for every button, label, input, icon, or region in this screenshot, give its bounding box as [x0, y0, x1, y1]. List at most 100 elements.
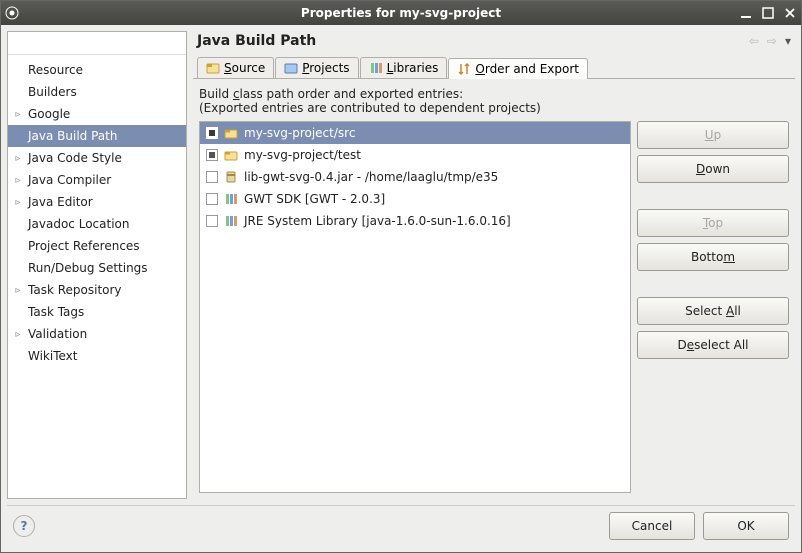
category-tree[interactable]: Resource Builders ▹ Google Java Build Path ▹ J…: [8, 55, 186, 498]
close-button[interactable]: [783, 6, 797, 20]
category-tree-panel: Resource Builders ▹ Google Java Build Path ▹ J…: [7, 31, 187, 499]
button-column: Up Down Top Bottom Select All Deselect A…: [637, 121, 789, 493]
description-subline: (Exported entries are contributed to dep…: [199, 101, 789, 115]
category-label: Java Editor: [28, 195, 93, 209]
menu-chevron-icon[interactable]: ▾: [785, 34, 791, 48]
dialog-footer: ? Cancel OK: [7, 505, 795, 546]
classpath-entry[interactable]: my-svg-project/src: [200, 122, 630, 144]
tab-bar: Source Projects Libraries Order and Export: [193, 57, 795, 79]
top-button[interactable]: Top: [637, 209, 789, 237]
footer-buttons: Cancel OK: [609, 512, 789, 540]
package-icon: [224, 126, 238, 140]
classpath-entry[interactable]: JRE System Library [java-1.6.0-sun-1.6.0…: [200, 210, 630, 232]
bottom-button[interactable]: Bottom: [637, 243, 789, 271]
entry-label: GWT SDK [GWT - 2.0.3]: [244, 192, 385, 206]
projects-tab-icon: [284, 61, 298, 75]
expand-arrow-icon: ▹: [12, 175, 24, 186]
classpath-entry[interactable]: GWT SDK [GWT - 2.0.3]: [200, 188, 630, 210]
export-checkbox[interactable]: [206, 193, 218, 205]
window-controls: [739, 6, 797, 20]
entry-label: my-svg-project/test: [244, 148, 361, 162]
tab-projects[interactable]: Projects: [275, 57, 358, 78]
category-label: Google: [28, 107, 70, 121]
dialog-content: Resource Builders ▹ Google Java Build Path ▹ J…: [1, 25, 801, 552]
category-label: Builders: [28, 85, 77, 99]
classpath-entry[interactable]: my-svg-project/test: [200, 144, 630, 166]
category-label: Java Build Path: [28, 129, 117, 143]
history-nav: ⇦ ⇨ ▾: [749, 34, 791, 48]
up-button[interactable]: Up: [637, 121, 789, 149]
category-label: Task Repository: [28, 283, 122, 297]
category-item[interactable]: Run/Debug Settings: [8, 257, 186, 279]
expand-arrow-icon: ▹: [12, 153, 24, 164]
export-checkbox[interactable]: [206, 149, 218, 161]
tab-label: Source: [224, 61, 265, 75]
libraries-tab-icon: [369, 61, 383, 75]
titlebar[interactable]: Properties for my-svg-project: [1, 1, 801, 25]
cancel-button[interactable]: Cancel: [609, 512, 695, 540]
category-label: Java Code Style: [28, 151, 122, 165]
main-header: Java Build Path ⇦ ⇨ ▾: [193, 31, 795, 57]
tab-order-and-export[interactable]: Order and Export: [448, 58, 588, 79]
window-title: Properties for my-svg-project: [301, 6, 501, 20]
category-item[interactable]: Builders: [8, 81, 186, 103]
category-item[interactable]: Task Tags: [8, 301, 186, 323]
export-checkbox[interactable]: [206, 171, 218, 183]
category-filter-input[interactable]: [8, 32, 186, 55]
category-label: Resource: [28, 63, 83, 77]
forward-icon[interactable]: ⇨: [767, 34, 777, 48]
list-area: my-svg-project/src my-svg-project/test lib…: [199, 121, 789, 493]
down-button[interactable]: Down: [637, 155, 789, 183]
category-label: Java Compiler: [28, 173, 111, 187]
category-item[interactable]: WikiText: [8, 345, 186, 367]
category-label: Javadoc Location: [28, 217, 129, 231]
package-icon: [224, 148, 238, 162]
app-icon: [5, 6, 19, 20]
category-label: Run/Debug Settings: [28, 261, 148, 275]
tab-label: Projects: [302, 61, 349, 75]
order-export-panel: Build class path order and exported entr…: [193, 79, 795, 499]
back-icon[interactable]: ⇦: [749, 34, 759, 48]
category-item[interactable]: ▹ Java Code Style: [8, 147, 186, 169]
ok-button[interactable]: OK: [703, 512, 789, 540]
expand-arrow-icon: ▹: [12, 197, 24, 208]
body-row: Resource Builders ▹ Google Java Build Path ▹ J…: [7, 31, 795, 499]
category-item[interactable]: ▹ Validation: [8, 323, 186, 345]
category-item[interactable]: ▹ Java Compiler: [8, 169, 186, 191]
order-tab-icon: [457, 62, 471, 76]
expand-arrow-icon: ▹: [12, 329, 24, 340]
category-item[interactable]: ▹ Task Repository: [8, 279, 186, 301]
category-item[interactable]: Project References: [8, 235, 186, 257]
library-icon: [224, 214, 238, 228]
tab-label: Libraries: [387, 61, 439, 75]
category-item[interactable]: Javadoc Location: [8, 213, 186, 235]
expand-arrow-icon: ▹: [12, 109, 24, 120]
jar-icon: [224, 170, 238, 184]
entry-label: my-svg-project/src: [244, 126, 355, 140]
tab-source[interactable]: Source: [197, 57, 274, 78]
category-item[interactable]: Resource: [8, 59, 186, 81]
entry-label: JRE System Library [java-1.6.0-sun-1.6.0…: [244, 214, 511, 228]
deselect-all-button[interactable]: Deselect All: [637, 331, 789, 359]
source-tab-icon: [206, 61, 220, 75]
category-label: Validation: [28, 327, 87, 341]
category-label: WikiText: [28, 349, 78, 363]
export-checkbox[interactable]: [206, 127, 218, 139]
minimize-button[interactable]: [739, 6, 753, 20]
classpath-entry-list[interactable]: my-svg-project/src my-svg-project/test lib…: [199, 121, 631, 493]
tab-libraries[interactable]: Libraries: [360, 57, 448, 78]
category-label: Task Tags: [28, 305, 84, 319]
category-item[interactable]: Java Build Path: [8, 125, 186, 147]
maximize-button[interactable]: [761, 6, 775, 20]
category-item[interactable]: ▹ Google: [8, 103, 186, 125]
category-item[interactable]: ▹ Java Editor: [8, 191, 186, 213]
help-button[interactable]: ?: [13, 515, 35, 537]
export-checkbox[interactable]: [206, 215, 218, 227]
library-icon: [224, 192, 238, 206]
page-title: Java Build Path: [197, 33, 316, 49]
description-line: Build class path order and exported entr…: [199, 87, 789, 101]
entry-label: lib-gwt-svg-0.4.jar - /home/laaglu/tmp/e…: [244, 170, 498, 184]
select-all-button[interactable]: Select All: [637, 297, 789, 325]
classpath-entry[interactable]: lib-gwt-svg-0.4.jar - /home/laaglu/tmp/e…: [200, 166, 630, 188]
expand-arrow-icon: ▹: [12, 285, 24, 296]
